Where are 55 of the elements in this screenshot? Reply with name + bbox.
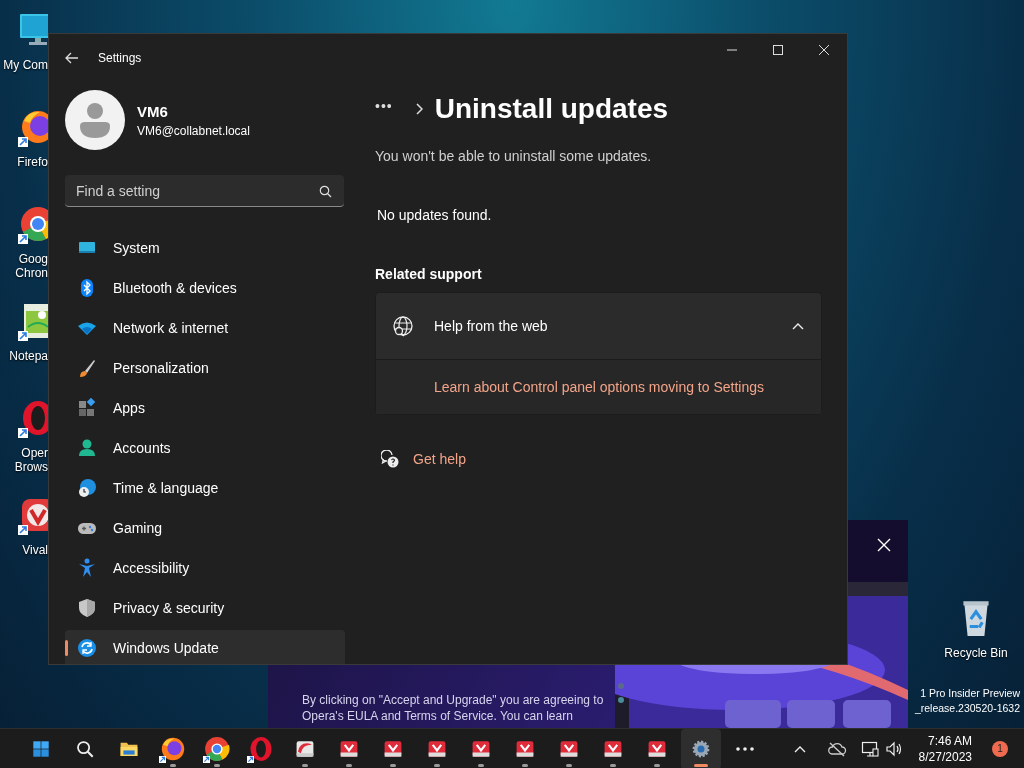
nav-item[interactable]: Bluetooth & devices: [65, 270, 345, 306]
settings-button[interactable]: [681, 728, 721, 768]
notification-badge[interactable]: 1: [992, 740, 1008, 757]
nav-item[interactable]: Privacy & security: [65, 590, 345, 626]
globe-clock-icon: [77, 478, 97, 498]
more-button[interactable]: •••: [375, 98, 399, 120]
globe-search-icon: [392, 315, 414, 337]
expander-title: Help from the web: [434, 318, 549, 334]
nav-item[interactable]: Network & internet: [65, 310, 345, 346]
empty-message: No updates found.: [376, 206, 493, 225]
build-info-text: _release.230520-1632: [914, 701, 1020, 716]
icon-label: Oper Brows: [13, 446, 48, 474]
volume-icon[interactable]: [884, 739, 903, 758]
build-info-text: 1 Pro Insider Preview: [920, 686, 1020, 701]
icon-label: Recycle Bin: [944, 646, 1008, 660]
more-icon: [736, 746, 754, 751]
icon-label: Firefo: [16, 155, 48, 169]
search-icon: [319, 185, 332, 198]
refresh-icon: [77, 638, 97, 658]
nav-item[interactable]: Personalization: [65, 350, 345, 386]
brush-icon: [77, 358, 97, 378]
cloud-off-icon[interactable]: [826, 740, 847, 757]
accessibility-icon: [77, 558, 97, 578]
avatar: [65, 90, 125, 150]
icon-label: My Com: [2, 58, 48, 72]
network-icon[interactable]: [860, 739, 879, 758]
search-field[interactable]: Find a setting: [65, 175, 344, 207]
chevron-icon: [414, 103, 423, 115]
icon-label: Goog Chron: [14, 252, 48, 280]
icon-label: Notepa: [8, 349, 48, 363]
get-help-link[interactable]: Get help: [413, 451, 466, 467]
shield-icon: [77, 598, 97, 618]
apps-icon: [77, 398, 97, 418]
help-chat-icon: [381, 450, 399, 468]
account-email: VM6@collabnet.local: [137, 123, 250, 138]
round-browser-icon: [203, 734, 231, 763]
agreement-text: By clicking on "Accept and Upgrade" you are agreeing to Opera's EULA and Terms of Service. You can learn: [302, 692, 605, 724]
close-icon: [818, 44, 830, 56]
info-text: You won't be able to uninstall some updates.: [375, 147, 653, 166]
person-icon: [77, 438, 97, 458]
section-heading: Related support: [375, 265, 483, 284]
back-arrow-icon: [64, 50, 80, 66]
clock[interactable]: 7:46 AM 8/27/2023: [918, 732, 972, 765]
maximize-icon: [772, 44, 784, 56]
page-title: Uninstall updates: [434, 93, 669, 125]
icon-label: Vival: [21, 543, 48, 557]
nav-item[interactable]: Time & language: [65, 470, 345, 506]
nav-item[interactable]: Accessibility: [65, 550, 345, 586]
nav-item[interactable]: System: [65, 230, 345, 266]
account-name: VM6: [137, 102, 169, 120]
window-title: Settings: [98, 51, 143, 65]
nav-item[interactable]: Accounts: [65, 430, 345, 466]
nav-item[interactable]: Gaming: [65, 510, 345, 546]
nav-item[interactable]: Windows Update: [65, 630, 345, 664]
nav-item[interactable]: Apps: [65, 390, 345, 426]
